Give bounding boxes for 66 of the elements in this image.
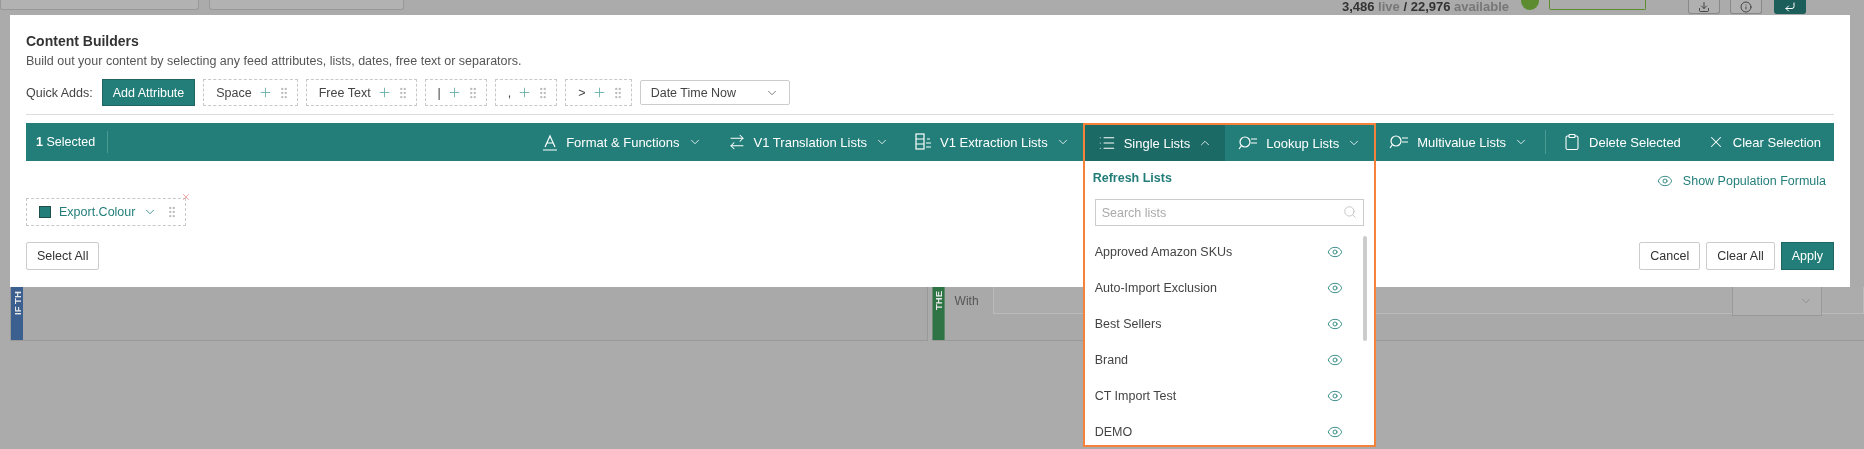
status-icon bbox=[1521, 0, 1539, 10]
eye-icon[interactable] bbox=[1327, 280, 1344, 296]
scrollbar-thumb[interactable] bbox=[1363, 236, 1368, 341]
checkbox[interactable] bbox=[39, 206, 51, 218]
eye-icon[interactable] bbox=[1327, 388, 1344, 404]
clipboard-icon bbox=[1563, 133, 1582, 151]
menu-button[interactable]: V1 Translation Lists bbox=[714, 123, 903, 161]
list-item[interactable]: Brand bbox=[1084, 342, 1364, 378]
dialog-title: Content Builders bbox=[26, 33, 140, 49]
info-icon bbox=[1740, 1, 1752, 13]
plus-icon bbox=[376, 85, 392, 100]
download-icon bbox=[1698, 1, 1710, 13]
menu-button[interactable]: Multivalue Lists bbox=[1376, 123, 1542, 161]
plus-icon bbox=[446, 85, 462, 100]
menu-button[interactable]: Single Lists bbox=[1084, 125, 1226, 161]
menu-button[interactable]: V1 Extraction Lists bbox=[902, 123, 1083, 161]
select-all-button[interactable]: Select All bbox=[26, 242, 100, 270]
eye-icon[interactable] bbox=[1327, 424, 1344, 440]
close-icon[interactable] bbox=[181, 192, 192, 202]
menu-button[interactable]: Lookup Lists bbox=[1225, 125, 1375, 161]
clear-all-button[interactable]: Clear All bbox=[1706, 242, 1775, 270]
quick-add-chip[interactable]: > bbox=[565, 79, 632, 106]
menu-button[interactable]: Format & Functions bbox=[529, 123, 715, 161]
info-button[interactable] bbox=[1730, 0, 1762, 14]
quick-adds-label: Quick Adds: bbox=[26, 85, 93, 100]
selected-count: 1 Selected bbox=[36, 131, 109, 153]
eye-icon[interactable] bbox=[1327, 316, 1344, 332]
magnifier-list-icon bbox=[1238, 135, 1259, 151]
swap-arrows-icon bbox=[727, 133, 746, 151]
date-select[interactable]: Date Time Now bbox=[639, 80, 790, 105]
text-format-icon bbox=[542, 133, 559, 151]
apply-button[interactable]: Apply bbox=[1780, 242, 1834, 270]
add-attribute-button[interactable]: Add Attribute bbox=[101, 79, 196, 106]
quick-add-chip[interactable]: , bbox=[494, 79, 558, 106]
plus-icon bbox=[517, 85, 533, 100]
list-item[interactable]: DEMO bbox=[1084, 414, 1364, 445]
list-item[interactable]: CT Import Test bbox=[1084, 378, 1364, 414]
list-item[interactable]: Best Sellers bbox=[1084, 306, 1364, 342]
quick-add-chip[interactable]: | bbox=[424, 79, 487, 106]
export-button[interactable] bbox=[1549, 0, 1646, 10]
dialog-description: Build out your content by selecting any feed attributes, lists, dates, free text or separators. bbox=[26, 54, 523, 68]
toolbar-action-button[interactable]: Clear Selection bbox=[1693, 123, 1834, 161]
list-item[interactable]: Auto-Import Exclusion bbox=[1084, 270, 1364, 306]
show-formula-link[interactable]: Show Population Formula bbox=[1656, 173, 1826, 189]
search-icon bbox=[1343, 205, 1358, 219]
table-icon bbox=[915, 133, 933, 151]
condition-label: IF TH bbox=[11, 287, 23, 340]
eye-icon bbox=[1656, 173, 1673, 189]
action-label: THE bbox=[933, 287, 945, 340]
eye-icon[interactable] bbox=[1327, 352, 1344, 368]
quick-add-chip[interactable]: Free Text bbox=[305, 79, 417, 106]
plus-icon bbox=[257, 85, 273, 100]
list-item[interactable]: Approved Amazon SKUs bbox=[1084, 234, 1364, 270]
toolbar-action-button[interactable]: Delete Selected bbox=[1550, 123, 1694, 161]
eye-icon[interactable] bbox=[1327, 244, 1344, 260]
plus-icon bbox=[591, 85, 607, 100]
enter-button[interactable] bbox=[1774, 0, 1806, 14]
cancel-button[interactable]: Cancel bbox=[1639, 242, 1701, 270]
return-arrow-icon bbox=[1784, 1, 1796, 13]
refresh-lists-link[interactable]: Refresh Lists bbox=[1092, 171, 1172, 185]
search-field[interactable]: Search lists bbox=[1094, 199, 1365, 226]
quick-add-chip[interactable]: Space bbox=[203, 79, 298, 106]
download-button[interactable] bbox=[1688, 0, 1720, 14]
magnifier-list-icon bbox=[1389, 134, 1410, 150]
list-icon bbox=[1097, 134, 1116, 152]
with-label: With bbox=[954, 294, 979, 310]
